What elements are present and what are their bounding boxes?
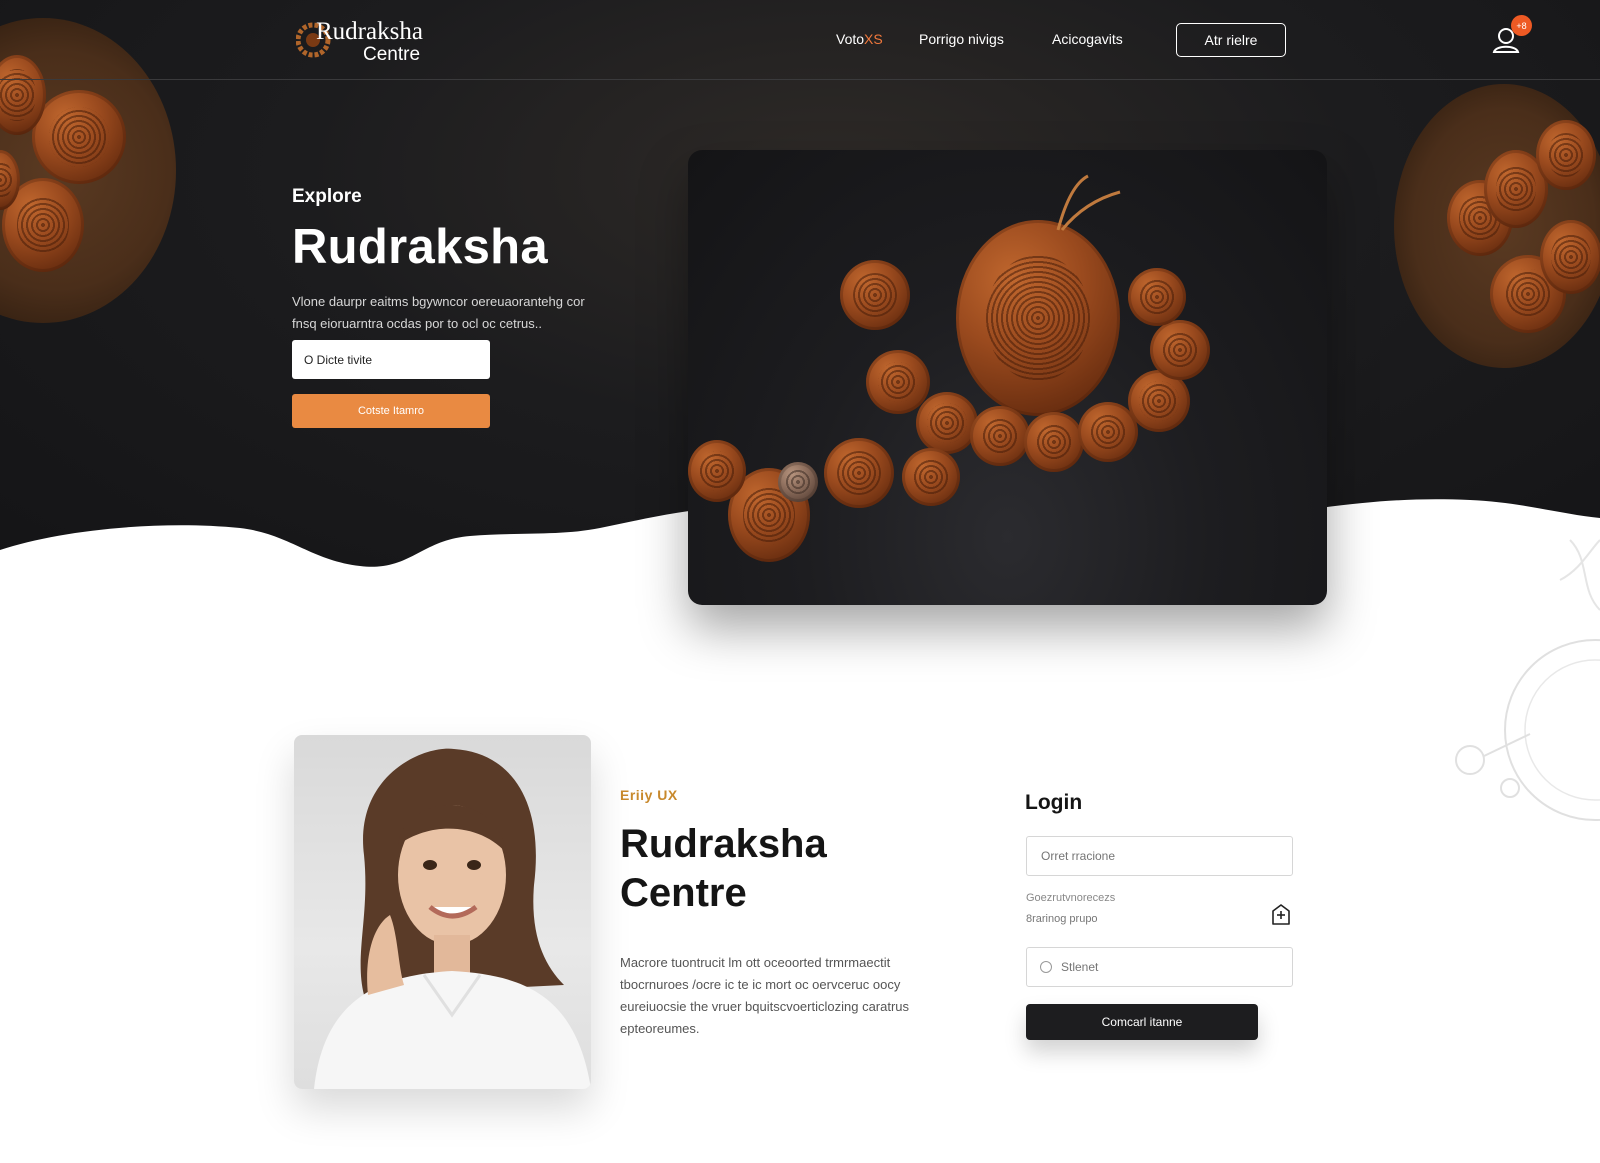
- bead-image: [970, 406, 1030, 466]
- nav-link-2-label: Porrigo nivigs: [919, 31, 1004, 47]
- page: Rudraksha Centre VotoXS Porrigo nivigs A…: [0, 0, 1600, 1163]
- about-title-line1: Rudraksha: [620, 822, 827, 866]
- login-submit-button[interactable]: Comcarl itanne: [1026, 1004, 1258, 1040]
- hero-description: Vlone daurpr eaitms bgywncor oereuaorant…: [292, 294, 585, 331]
- about-title-line2: Centre: [620, 871, 747, 915]
- header-action-button[interactable]: Atr rielre: [1176, 23, 1286, 57]
- bead-image: [916, 392, 978, 454]
- top-navigation-bar: Rudraksha Centre VotoXS Porrigo nivigs A…: [0, 0, 1600, 80]
- about-description: Macrore tuontrucit lm ott oceoorted trmr…: [620, 955, 910, 1036]
- login-form: Login: [1025, 790, 1295, 816]
- brand-title: Rudraksha: [316, 18, 423, 45]
- brand-subtitle: Centre: [363, 44, 421, 65]
- hero-eyebrow: Explore: [292, 186, 362, 207]
- forgot-password-link[interactable]: Goezrutvnorecezs: [1026, 891, 1115, 905]
- decorative-lineart: [1455, 539, 1600, 821]
- about-title: Rudraksha Centre: [620, 820, 930, 918]
- email-field[interactable]: [1026, 836, 1293, 876]
- rudraksha-mala-photo: [688, 150, 1327, 605]
- add-square-icon[interactable]: [1268, 902, 1294, 928]
- bead-image: [866, 350, 930, 414]
- bead-image: [32, 90, 126, 184]
- bead-image: [840, 260, 910, 330]
- hero-search-input[interactable]: [292, 340, 490, 379]
- about-section: Eriiy UX Rudraksha Centre Macrore tuontr…: [620, 786, 930, 1040]
- bead-image: [1536, 120, 1596, 190]
- password-field[interactable]: [1026, 947, 1293, 987]
- person-illustration: [314, 748, 591, 1089]
- hero-cta-button[interactable]: Cotste Itamro: [292, 394, 490, 428]
- brand-logo[interactable]: Rudraksha Centre: [296, 14, 456, 66]
- nav-link-2[interactable]: Porrigo nivigs: [919, 30, 1004, 48]
- bead-image: [824, 438, 894, 508]
- bead-image: [1150, 320, 1210, 380]
- hero-text-block: Explore Rudraksha Vlone daurpr eaitms bg…: [292, 185, 612, 335]
- nav-link-3-label: Acicogavits: [1052, 31, 1123, 47]
- bead-image: [688, 440, 746, 502]
- nav-link-3[interactable]: Acicogavits: [1052, 30, 1123, 48]
- bead-image: [902, 448, 960, 506]
- bead-image: [778, 462, 818, 502]
- about-eyebrow: Eriiy UX: [620, 787, 678, 803]
- bead-thread-image: [1056, 174, 1121, 231]
- bead-image: [1540, 220, 1600, 294]
- lock-icon: [1040, 961, 1052, 973]
- person-portrait-image: [294, 735, 591, 1089]
- bead-image: [1128, 268, 1186, 326]
- login-title: Login: [1025, 791, 1083, 814]
- hero-title: Rudraksha: [292, 220, 548, 274]
- nav-link-1[interactable]: VotoXS: [836, 30, 883, 48]
- login-hint: 8rarinog prupo: [1026, 913, 1098, 925]
- main-bead-image: [956, 220, 1120, 416]
- notification-badge: +8: [1511, 15, 1532, 36]
- bead-image: [1024, 412, 1084, 472]
- nav-link-1-label: Voto: [836, 31, 865, 47]
- nav-link-1-accent: XS: [864, 31, 883, 47]
